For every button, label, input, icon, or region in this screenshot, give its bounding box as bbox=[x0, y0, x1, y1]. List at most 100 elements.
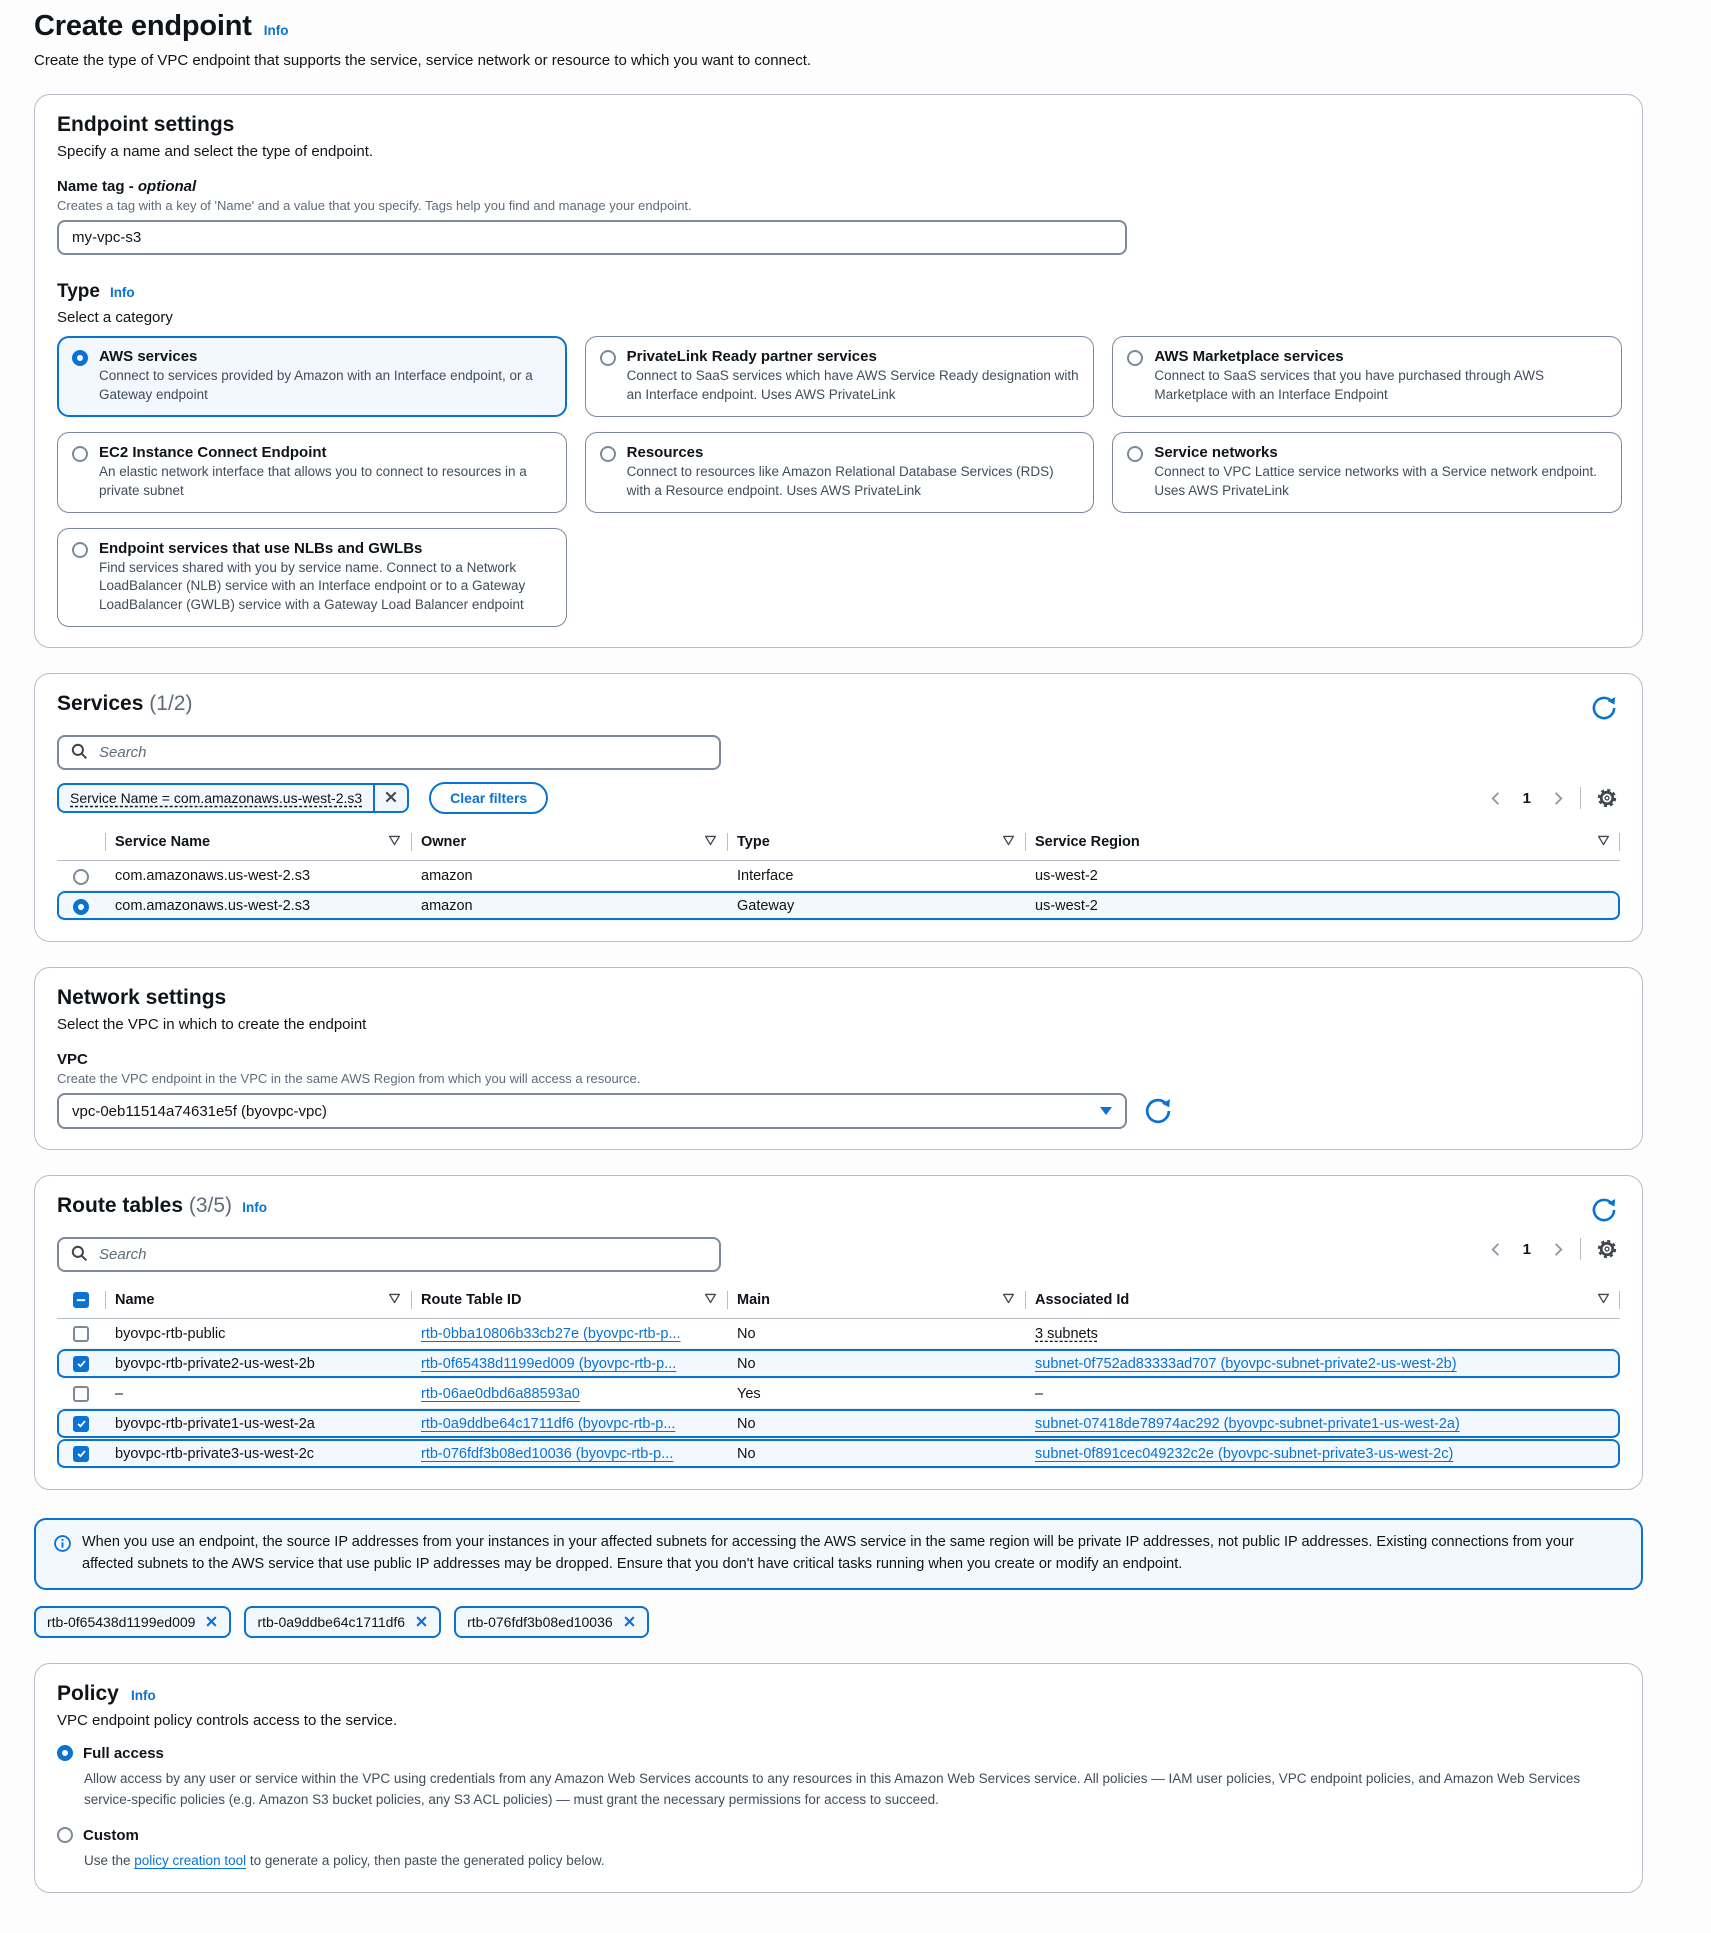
route-tables-search[interactable] bbox=[57, 1237, 721, 1272]
route-table-id-link[interactable]: rtb-0bba10806b33cb27e (byovpc-rtb-p... bbox=[421, 1326, 681, 1342]
policy-option-full-access[interactable]: Full access bbox=[57, 1745, 1620, 1762]
vpc-refresh-button[interactable] bbox=[1141, 1094, 1175, 1128]
type-option-marketplace[interactable]: AWS Marketplace services Connect to SaaS… bbox=[1112, 336, 1622, 417]
route-table-id-link[interactable]: rtb-0f65438d1199ed009 (byovpc-rtb-p... bbox=[421, 1356, 676, 1372]
route-tables-refresh-button[interactable] bbox=[1588, 1194, 1620, 1226]
route-table-chip: rtb-076fdf3b08ed10036 bbox=[454, 1606, 649, 1638]
page-subtitle: Create the type of VPC endpoint that sup… bbox=[34, 52, 1711, 69]
select-all-checkbox[interactable] bbox=[73, 1292, 89, 1308]
route-tables-card: Route tables (3/5) Info 1 bbox=[34, 1175, 1643, 1490]
route-table-row[interactable]: byovpc-rtb-private3-us-west-2c rtb-076fd… bbox=[57, 1439, 1620, 1469]
next-page-button[interactable] bbox=[1548, 1240, 1567, 1259]
services-search-input[interactable] bbox=[97, 743, 708, 762]
associated-subnet-link[interactable]: subnet-07418de78974ac292 (byovpc-subnet-… bbox=[1035, 1416, 1460, 1432]
filter-icon[interactable] bbox=[1597, 834, 1610, 851]
filter-token-text[interactable]: Service Name = com.amazonaws.us-west-2.s… bbox=[59, 785, 373, 811]
row-checkbox[interactable] bbox=[73, 1326, 89, 1342]
column-header-route-table-id[interactable]: Route Table ID bbox=[411, 1282, 727, 1318]
type-option-ec2-instance-connect[interactable]: EC2 Instance Connect Endpoint An elastic… bbox=[57, 432, 567, 513]
route-table-id-link[interactable]: rtb-076fdf3b08ed10036 (byovpc-rtb-p... bbox=[421, 1446, 673, 1462]
service-name-filter-token: Service Name = com.amazonaws.us-west-2.s… bbox=[57, 783, 409, 813]
route-table-row[interactable]: byovpc-rtb-private1-us-west-2a rtb-0a9dd… bbox=[57, 1409, 1620, 1439]
type-option-title: PrivateLink Ready partner services bbox=[627, 348, 1080, 365]
route-table-row[interactable]: byovpc-rtb-private2-us-west-2b rtb-0f654… bbox=[57, 1349, 1620, 1379]
endpoint-settings-title: Endpoint settings bbox=[57, 113, 234, 136]
filter-icon[interactable] bbox=[388, 834, 401, 851]
chevron-left-icon bbox=[1489, 1245, 1504, 1260]
route-table-id-link[interactable]: rtb-06ae0dbd6a88593a0 bbox=[421, 1386, 580, 1402]
row-checkbox-checked[interactable] bbox=[73, 1446, 89, 1462]
column-header-main[interactable]: Main bbox=[727, 1282, 1025, 1318]
service-name-cell: com.amazonaws.us-west-2.s3 bbox=[105, 898, 411, 914]
route-table-row[interactable]: byovpc-rtb-public rtb-0bba10806b33cb27e … bbox=[57, 1319, 1620, 1349]
policy-info-link[interactable]: Info bbox=[131, 1688, 156, 1703]
policy-creation-tool-link[interactable]: policy creation tool bbox=[134, 1853, 246, 1868]
region-cell: us-west-2 bbox=[1025, 868, 1620, 884]
clear-filters-button[interactable]: Clear filters bbox=[429, 782, 548, 814]
filter-icon[interactable] bbox=[704, 834, 717, 851]
row-radio-checked[interactable] bbox=[73, 899, 89, 915]
chip-dismiss-button[interactable] bbox=[623, 1615, 636, 1628]
services-search[interactable] bbox=[57, 735, 721, 770]
table-preferences-button[interactable] bbox=[1594, 785, 1620, 811]
column-header-type[interactable]: Type bbox=[727, 824, 1025, 860]
type-option-privatelink-partner[interactable]: PrivateLink Ready partner services Conne… bbox=[585, 336, 1095, 417]
route-table-id-link[interactable]: rtb-0a9ddbe64c1711df6 (byovpc-rtb-p... bbox=[421, 1416, 675, 1432]
current-page-number[interactable]: 1 bbox=[1519, 790, 1535, 807]
previous-page-button[interactable] bbox=[1487, 1240, 1506, 1259]
filter-icon[interactable] bbox=[704, 1292, 717, 1309]
type-option-title: AWS services bbox=[99, 348, 552, 365]
network-settings-title: Network settings bbox=[57, 986, 226, 1009]
route-tables-title: Route tables (3/5) bbox=[57, 1194, 232, 1217]
associated-subnet-link[interactable]: subnet-0f752ad83333ad707 (byovpc-subnet-… bbox=[1035, 1356, 1457, 1372]
services-refresh-button[interactable] bbox=[1588, 692, 1620, 724]
type-option-resources[interactable]: Resources Connect to resources like Amaz… bbox=[585, 432, 1095, 513]
column-header-associated-id[interactable]: Associated Id bbox=[1025, 1282, 1620, 1318]
route-tables-search-input[interactable] bbox=[97, 1245, 708, 1264]
row-checkbox[interactable] bbox=[73, 1386, 89, 1402]
subnets-popover-trigger[interactable]: 3 subnets bbox=[1035, 1326, 1098, 1342]
row-checkbox-checked[interactable] bbox=[73, 1416, 89, 1432]
current-page-number[interactable]: 1 bbox=[1519, 1241, 1535, 1258]
type-option-nlb-gwlb-services[interactable]: Endpoint services that use NLBs and GWLB… bbox=[57, 528, 567, 628]
service-row-interface[interactable]: com.amazonaws.us-west-2.s3 amazon Interf… bbox=[57, 861, 1620, 891]
column-header-owner[interactable]: Owner bbox=[411, 824, 727, 860]
search-icon bbox=[70, 742, 88, 764]
previous-page-button[interactable] bbox=[1487, 789, 1506, 808]
name-cell: byovpc-rtb-public bbox=[105, 1326, 411, 1342]
chip-dismiss-button[interactable] bbox=[205, 1615, 218, 1628]
service-row-gateway[interactable]: com.amazonaws.us-west-2.s3 amazon Gatewa… bbox=[57, 891, 1620, 921]
table-preferences-button[interactable] bbox=[1594, 1236, 1620, 1262]
selection-column-header bbox=[57, 824, 105, 860]
row-checkbox-checked[interactable] bbox=[73, 1356, 89, 1372]
route-tables-info-link[interactable]: Info bbox=[242, 1200, 267, 1215]
filter-icon[interactable] bbox=[1597, 1292, 1610, 1309]
services-table: Service Name Owner Type Service Region bbox=[57, 824, 1620, 921]
type-option-description: Connect to SaaS services that you have p… bbox=[1154, 367, 1607, 405]
policy-title: Policy bbox=[57, 1682, 119, 1705]
main-cell: No bbox=[727, 1446, 1025, 1462]
column-header-name[interactable]: Name bbox=[105, 1282, 411, 1318]
next-page-button[interactable] bbox=[1548, 789, 1567, 808]
type-option-aws-services[interactable]: AWS services Connect to services provide… bbox=[57, 336, 567, 417]
row-radio[interactable] bbox=[73, 869, 89, 885]
filter-icon[interactable] bbox=[1002, 834, 1015, 851]
filter-token-dismiss-button[interactable] bbox=[373, 785, 407, 811]
associated-subnet-link[interactable]: subnet-0f891cec049232c2e (byovpc-subnet-… bbox=[1035, 1446, 1453, 1462]
page-info-link[interactable]: Info bbox=[264, 23, 289, 38]
vpc-select[interactable]: vpc-0eb11514a74631e5f (byovpc-vpc) bbox=[57, 1093, 1127, 1129]
type-info-link[interactable]: Info bbox=[110, 285, 135, 300]
filter-icon[interactable] bbox=[1002, 1292, 1015, 1309]
column-header-service-region[interactable]: Service Region bbox=[1025, 824, 1620, 860]
chip-dismiss-button[interactable] bbox=[415, 1615, 428, 1628]
route-table-chip: rtb-0f65438d1199ed009 bbox=[34, 1606, 231, 1638]
search-icon bbox=[70, 1244, 88, 1266]
policy-option-custom[interactable]: Custom bbox=[57, 1827, 1620, 1844]
endpoint-settings-card: Endpoint settings Specify a name and sel… bbox=[34, 94, 1643, 648]
route-table-row[interactable]: – rtb-06ae0dbd6a88593a0 Yes – bbox=[57, 1379, 1620, 1409]
filter-icon[interactable] bbox=[388, 1292, 401, 1309]
column-header-service-name[interactable]: Service Name bbox=[105, 824, 411, 860]
type-option-service-networks[interactable]: Service networks Connect to VPC Lattice … bbox=[1112, 432, 1622, 513]
chip-label: rtb-076fdf3b08ed10036 bbox=[467, 1614, 613, 1630]
name-tag-input[interactable] bbox=[57, 220, 1127, 255]
